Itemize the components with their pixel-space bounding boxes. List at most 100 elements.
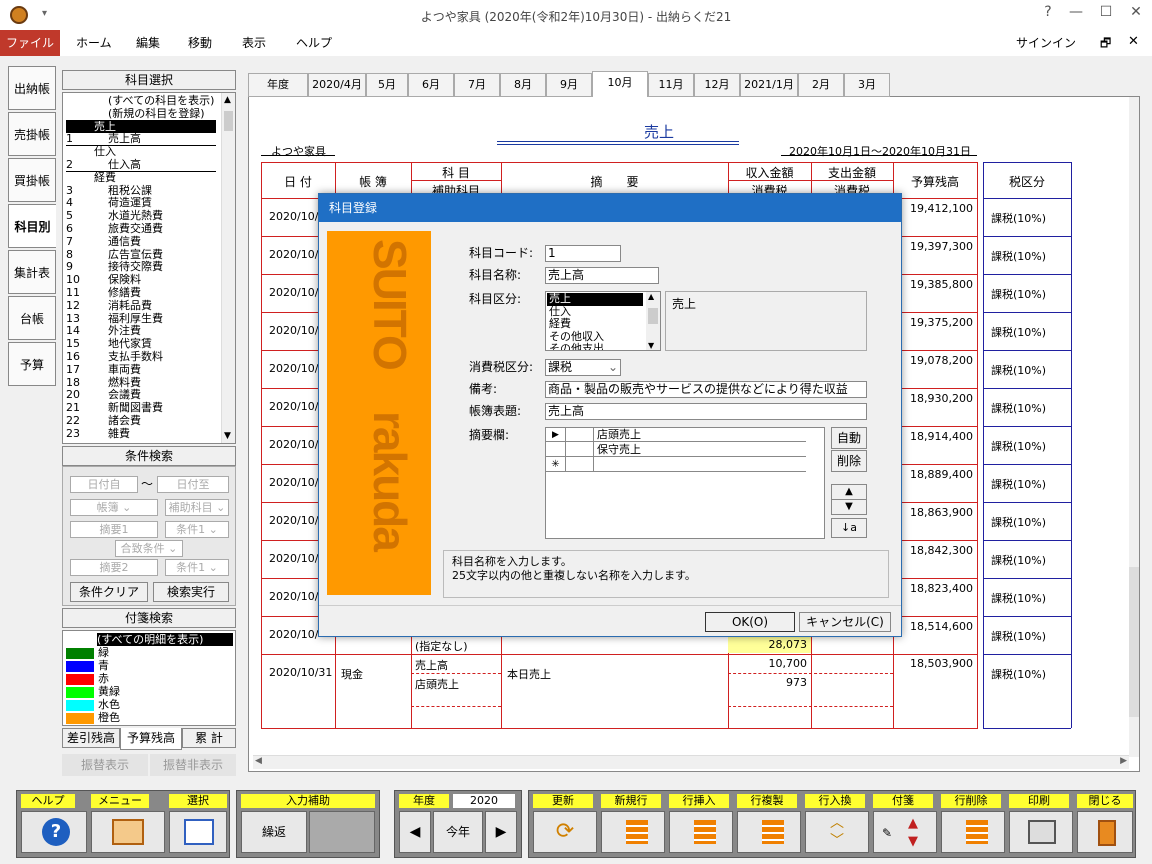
month-tab[interactable]: 8月 (500, 73, 546, 97)
summary-row1[interactable]: 店頭売上 (594, 428, 806, 442)
menu-home[interactable]: ホーム (64, 30, 124, 56)
class-scrollbar[interactable]: ▲ ▼ (646, 292, 660, 350)
account-item[interactable]: 12 消耗品費 (66, 299, 216, 313)
tag-item[interactable]: 橙色 (66, 711, 120, 724)
row-tax-class[interactable]: 課税(10%) (991, 438, 1046, 454)
row-date[interactable]: 2020/10/ (269, 400, 318, 413)
row-date[interactable]: 2020/10/ (269, 362, 318, 375)
close-button[interactable] (1077, 811, 1133, 853)
transfer-hide-button[interactable]: 振替非表示 (150, 754, 236, 776)
last-row-tax[interactable]: 973 (728, 676, 807, 689)
row-tax-class[interactable]: 課税(10%) (991, 590, 1046, 606)
month-tab[interactable]: 年度 (248, 73, 308, 97)
account-item[interactable]: 22 諸会費 (66, 414, 216, 428)
row-date[interactable]: 2020/10/ (269, 552, 318, 565)
month-tab[interactable]: 3月 (844, 73, 890, 97)
month-tab[interactable]: 2021/1月 (740, 73, 798, 97)
tax-select[interactable]: 課税 ⌄ (545, 359, 621, 376)
account-list[interactable]: ▲ ▼ (すべての科目を表示) (新規の科目を登録) 売上 1 売上高 仕入 2 仕入高 経費 3… (62, 92, 236, 444)
row-tax-class[interactable]: 課税(10%) (991, 514, 1046, 530)
move-down-button[interactable]: ▼ (831, 499, 867, 515)
row-date[interactable]: 2020/10/ (269, 286, 318, 299)
new-row-button[interactable] (601, 811, 665, 853)
tab-cumulative[interactable]: 累 計 (182, 728, 236, 748)
hscroll-right-icon[interactable]: ▶ (1120, 756, 1127, 766)
summary-new-code[interactable] (566, 457, 594, 472)
condition1b-select[interactable]: 条件1 ⌄ (165, 559, 229, 576)
summary-row2[interactable]: 保守売上 (594, 442, 806, 457)
row-date[interactable]: 2020/10/ (269, 248, 318, 261)
hscroll-left-icon[interactable]: ◀ (255, 756, 262, 766)
account-item[interactable]: 売上 (66, 120, 216, 134)
tag-item[interactable]: 黄緑 (66, 685, 120, 698)
month-tab[interactable]: 9月 (546, 73, 592, 97)
tab-budget-balance[interactable]: 予算残高 (120, 728, 182, 750)
swap-row-button[interactable]: ︿ ﹀ (805, 811, 869, 853)
row-tax-class[interactable]: 課税(10%) (991, 210, 1046, 226)
tag-button[interactable]: ✎ ▲ ▼ (873, 811, 937, 853)
menu-help[interactable]: ヘルプ (284, 30, 344, 56)
account-item[interactable]: 10 保険料 (66, 273, 216, 287)
sub-account-select[interactable]: 補助科目 ⌄ (165, 499, 229, 516)
note-input[interactable]: 商品・製品の販売やサービスの提供などにより得た収益 (545, 381, 867, 398)
code-input[interactable]: 1 (545, 245, 621, 262)
row-tax-class[interactable]: 課税(10%) (991, 476, 1046, 492)
account-item[interactable]: 7 通信費 (66, 235, 216, 249)
account-item[interactable]: (すべての科目を表示) (66, 94, 216, 108)
account-item[interactable]: 23 雑費 (66, 427, 216, 441)
tag-item[interactable]: 赤 (66, 672, 109, 685)
account-item[interactable]: 16 支払手数料 (66, 350, 216, 364)
ledger-vscroll[interactable] (1129, 97, 1139, 757)
cancel-button[interactable]: キャンセル(C) (799, 612, 891, 632)
tab-payable[interactable]: 買掛帳 (8, 158, 56, 202)
signin-link[interactable]: サインイン (1016, 34, 1076, 51)
account-item[interactable]: 6 旅費交通費 (66, 222, 216, 236)
row-tax-class[interactable]: 課税(10%) (991, 324, 1046, 340)
book-select[interactable]: 帳簿 ⌄ (70, 499, 158, 516)
sort-button[interactable]: ↓a (831, 518, 867, 538)
class-option[interactable]: 経費 (547, 317, 643, 331)
search-execute-button[interactable]: 検索実行 (153, 582, 229, 602)
close-window-button[interactable]: ✕ (1124, 4, 1148, 20)
insert-row-button[interactable] (669, 811, 733, 853)
tag-item[interactable]: 緑 (66, 646, 109, 659)
row-tax-class[interactable]: 課税(10%) (991, 628, 1046, 644)
tag-item[interactable]: 青 (66, 659, 109, 672)
prev-year-button[interactable]: ◀ (399, 811, 431, 853)
account-item[interactable]: 17 車両費 (66, 363, 216, 377)
menu-file[interactable]: ファイル (0, 30, 60, 56)
match-condition-select[interactable]: 合致条件 ⌄ (115, 540, 183, 557)
menu-tool-button[interactable] (91, 811, 165, 853)
tab-budget[interactable]: 予算 (8, 342, 56, 386)
move-up-button[interactable]: ▲ (831, 484, 867, 500)
close-document-button[interactable]: ✕ (1128, 34, 1139, 49)
tab-cashbook[interactable]: 出納帳 (8, 66, 56, 110)
scroll-down-icon[interactable]: ▼ (224, 431, 231, 441)
tab-receivable[interactable]: 売掛帳 (8, 112, 56, 156)
account-item[interactable]: 9 接待交際費 (66, 260, 216, 274)
refresh-button[interactable]: ⟳ (533, 811, 597, 853)
tab-difference-balance[interactable]: 差引残高 (62, 728, 120, 748)
row-date[interactable]: 2020/10/ (269, 210, 318, 223)
date-to-input[interactable]: 日付至 (157, 476, 229, 493)
class-listbox[interactable]: 売上 仕入 経費 その他収入 その他支出 ▲ ▼ (545, 291, 661, 351)
account-item[interactable]: 経費 (66, 171, 216, 185)
summary2-input[interactable]: 摘要2 (70, 559, 158, 576)
ok-button[interactable]: OK(O) (705, 612, 795, 632)
scroll-thumb[interactable] (224, 111, 233, 131)
month-tab[interactable]: 12月 (694, 73, 740, 97)
transfer-show-button[interactable]: 振替表示 (62, 754, 148, 776)
print-button[interactable] (1009, 811, 1073, 853)
select-tool-button[interactable] (169, 811, 227, 853)
tag-all-option[interactable]: (すべての明細を表示) (97, 633, 233, 646)
condition1-select[interactable]: 条件1 ⌄ (165, 521, 229, 538)
tab-summary[interactable]: 集計表 (8, 250, 56, 294)
last-row-sub-account[interactable]: 店頭売上 (415, 676, 459, 692)
account-item[interactable]: 11 修繕費 (66, 286, 216, 300)
account-item[interactable]: 仕入 (66, 145, 216, 159)
minimize-button[interactable]: — (1064, 4, 1088, 20)
row-tax-class[interactable]: 課税(10%) (991, 286, 1046, 302)
last-row-income[interactable]: 10,700 (728, 657, 808, 670)
tag-list[interactable]: (すべての明細を表示) 緑青赤黄緑 水色 橙色 (62, 630, 236, 726)
account-list-scrollbar[interactable]: ▲ ▼ (221, 93, 235, 443)
